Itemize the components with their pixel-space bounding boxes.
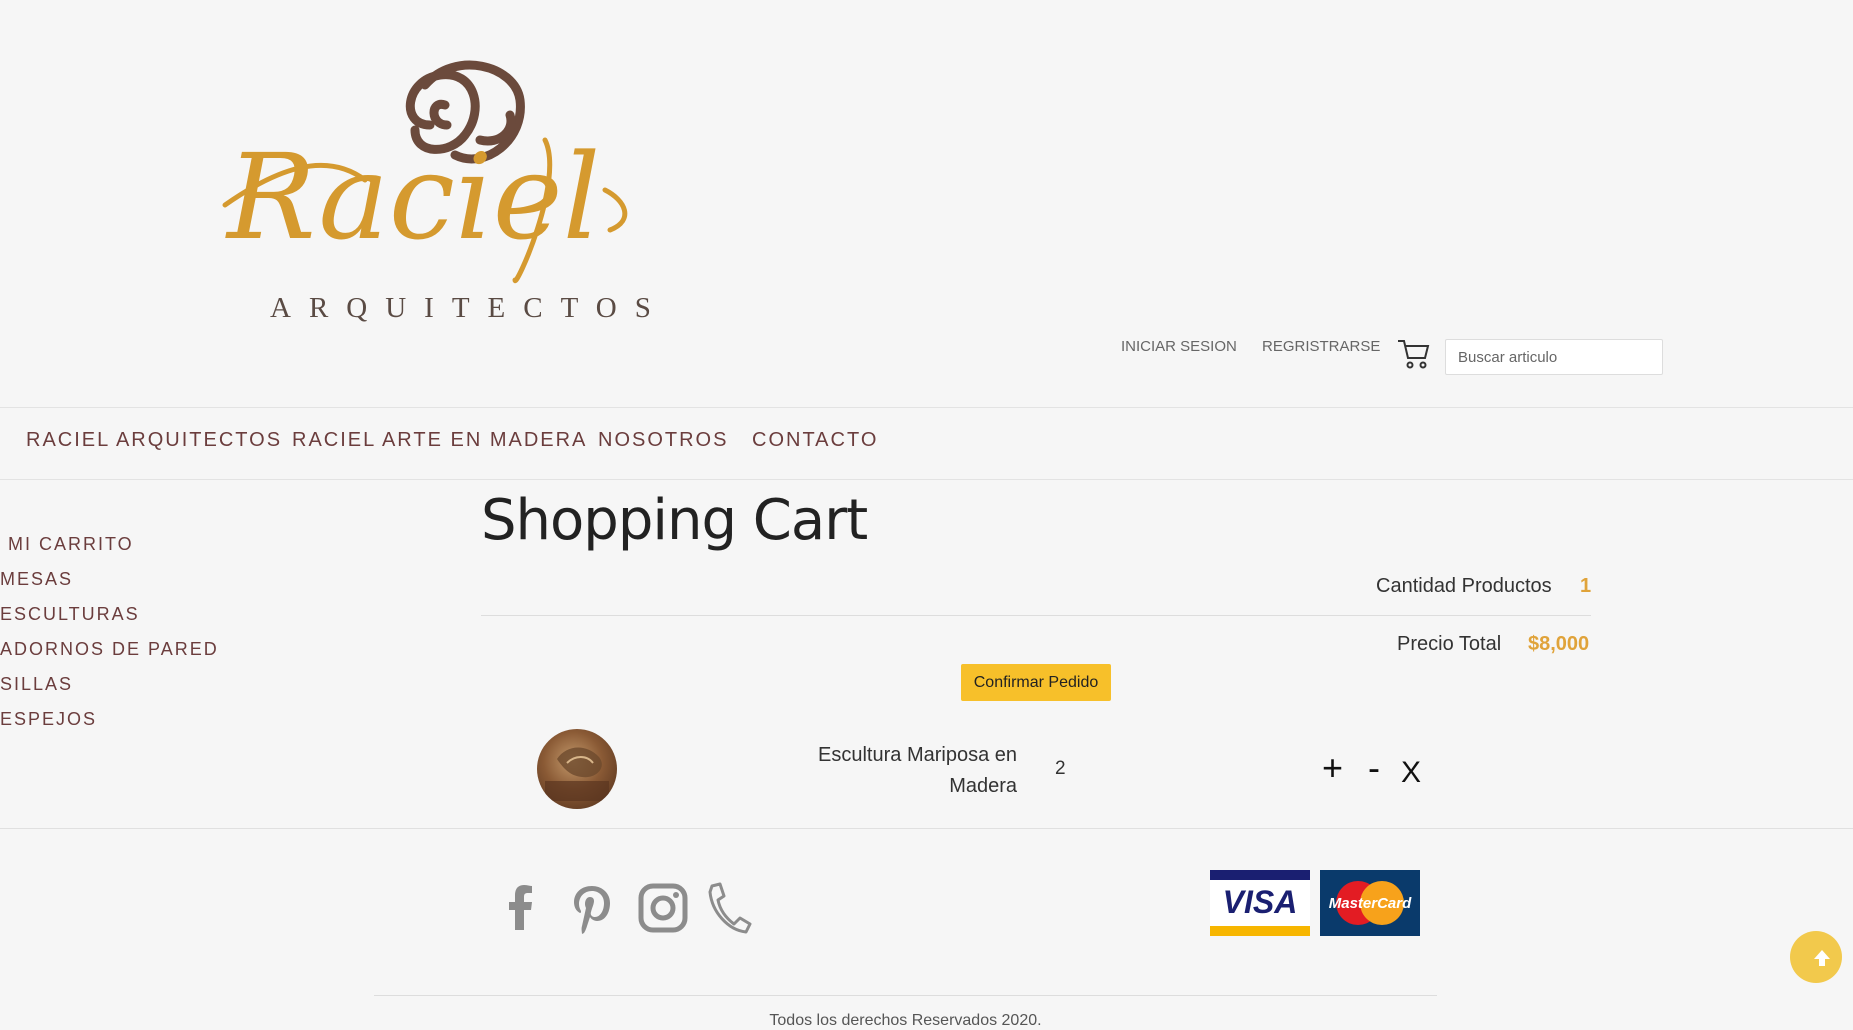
- remove-item-button[interactable]: X: [1401, 758, 1421, 788]
- page-title: Shopping Cart: [481, 488, 868, 553]
- confirm-order-button[interactable]: Confirmar Pedido: [961, 664, 1111, 701]
- total-value: $8,000: [1528, 633, 1590, 655]
- pinterest-icon: [574, 886, 610, 934]
- copyright-divider: [374, 995, 1437, 996]
- sidebar-item-esculturas[interactable]: ESCULTURAS: [0, 604, 140, 625]
- nav-nosotros[interactable]: NOSOTROS: [598, 429, 728, 452]
- product-image: [545, 747, 609, 801]
- login-link[interactable]: INICIAR SESION: [1121, 338, 1237, 355]
- scroll-to-top-button[interactable]: [1790, 931, 1842, 983]
- sidebar-item-espejos[interactable]: ESPEJOS: [0, 709, 97, 730]
- facebook-icon: [509, 885, 532, 930]
- visa-card: VISA: [1210, 870, 1310, 936]
- sidebar-item-sillas[interactable]: SILLAS: [0, 674, 73, 695]
- sidebar-item-mi-carrito[interactable]: MI CARRITO: [8, 534, 134, 555]
- brand-logo[interactable]: Raciel: [215, 30, 655, 330]
- logo-subtitle: ARQUITECTOS: [270, 292, 669, 324]
- phone-link[interactable]: [698, 878, 758, 938]
- nav-raciel-arquitectos[interactable]: RACIEL ARQUITECTOS: [26, 429, 282, 452]
- svg-text:VISA: VISA: [1223, 884, 1298, 920]
- mastercard-card: MasterCard: [1320, 870, 1420, 936]
- product-name: Escultura Mariposa en Madera: [818, 744, 1017, 797]
- cart-button[interactable]: [1396, 336, 1432, 372]
- arrow-up-icon: [1814, 950, 1830, 966]
- facebook-link[interactable]: [490, 878, 550, 938]
- footer-divider: [0, 828, 1853, 829]
- product-quantity: 2: [1055, 758, 1066, 779]
- phone-icon: [708, 882, 752, 934]
- copyright-text: Todos los derechos Reservados 2020.: [769, 1012, 1042, 1029]
- increase-quantity-button[interactable]: +: [1322, 750, 1343, 786]
- cart-icon: [1398, 340, 1430, 369]
- sidebar-item-adornos-de-pared[interactable]: ADORNOS DE PARED: [0, 639, 219, 660]
- product-thumbnail[interactable]: [537, 729, 617, 809]
- instagram-link[interactable]: [633, 878, 693, 938]
- mastercard-logo-icon: MasterCard: [1320, 870, 1420, 936]
- svg-text:MasterCard: MasterCard: [1329, 895, 1412, 912]
- pinterest-link[interactable]: [562, 878, 622, 938]
- nav-contacto[interactable]: CONTACTO: [752, 429, 878, 452]
- instagram-icon: [638, 883, 688, 933]
- search-input[interactable]: [1445, 339, 1663, 375]
- register-link[interactable]: REGRISTRARSE: [1262, 338, 1380, 355]
- sidebar-item-mesas[interactable]: MESAS: [0, 569, 73, 590]
- logo-emblem-icon: Raciel: [222, 60, 628, 283]
- nav-raciel-arte-en-madera[interactable]: RACIEL ARTE EN MADERA: [292, 429, 587, 452]
- qty-value: 1: [1580, 575, 1592, 597]
- cart-divider: [481, 615, 1591, 616]
- qty-label: Cantidad Productos: [1376, 575, 1552, 597]
- total-label: Precio Total: [1397, 633, 1502, 655]
- visa-logo-icon: VISA: [1210, 870, 1310, 936]
- decrease-quantity-button[interactable]: -: [1368, 750, 1380, 786]
